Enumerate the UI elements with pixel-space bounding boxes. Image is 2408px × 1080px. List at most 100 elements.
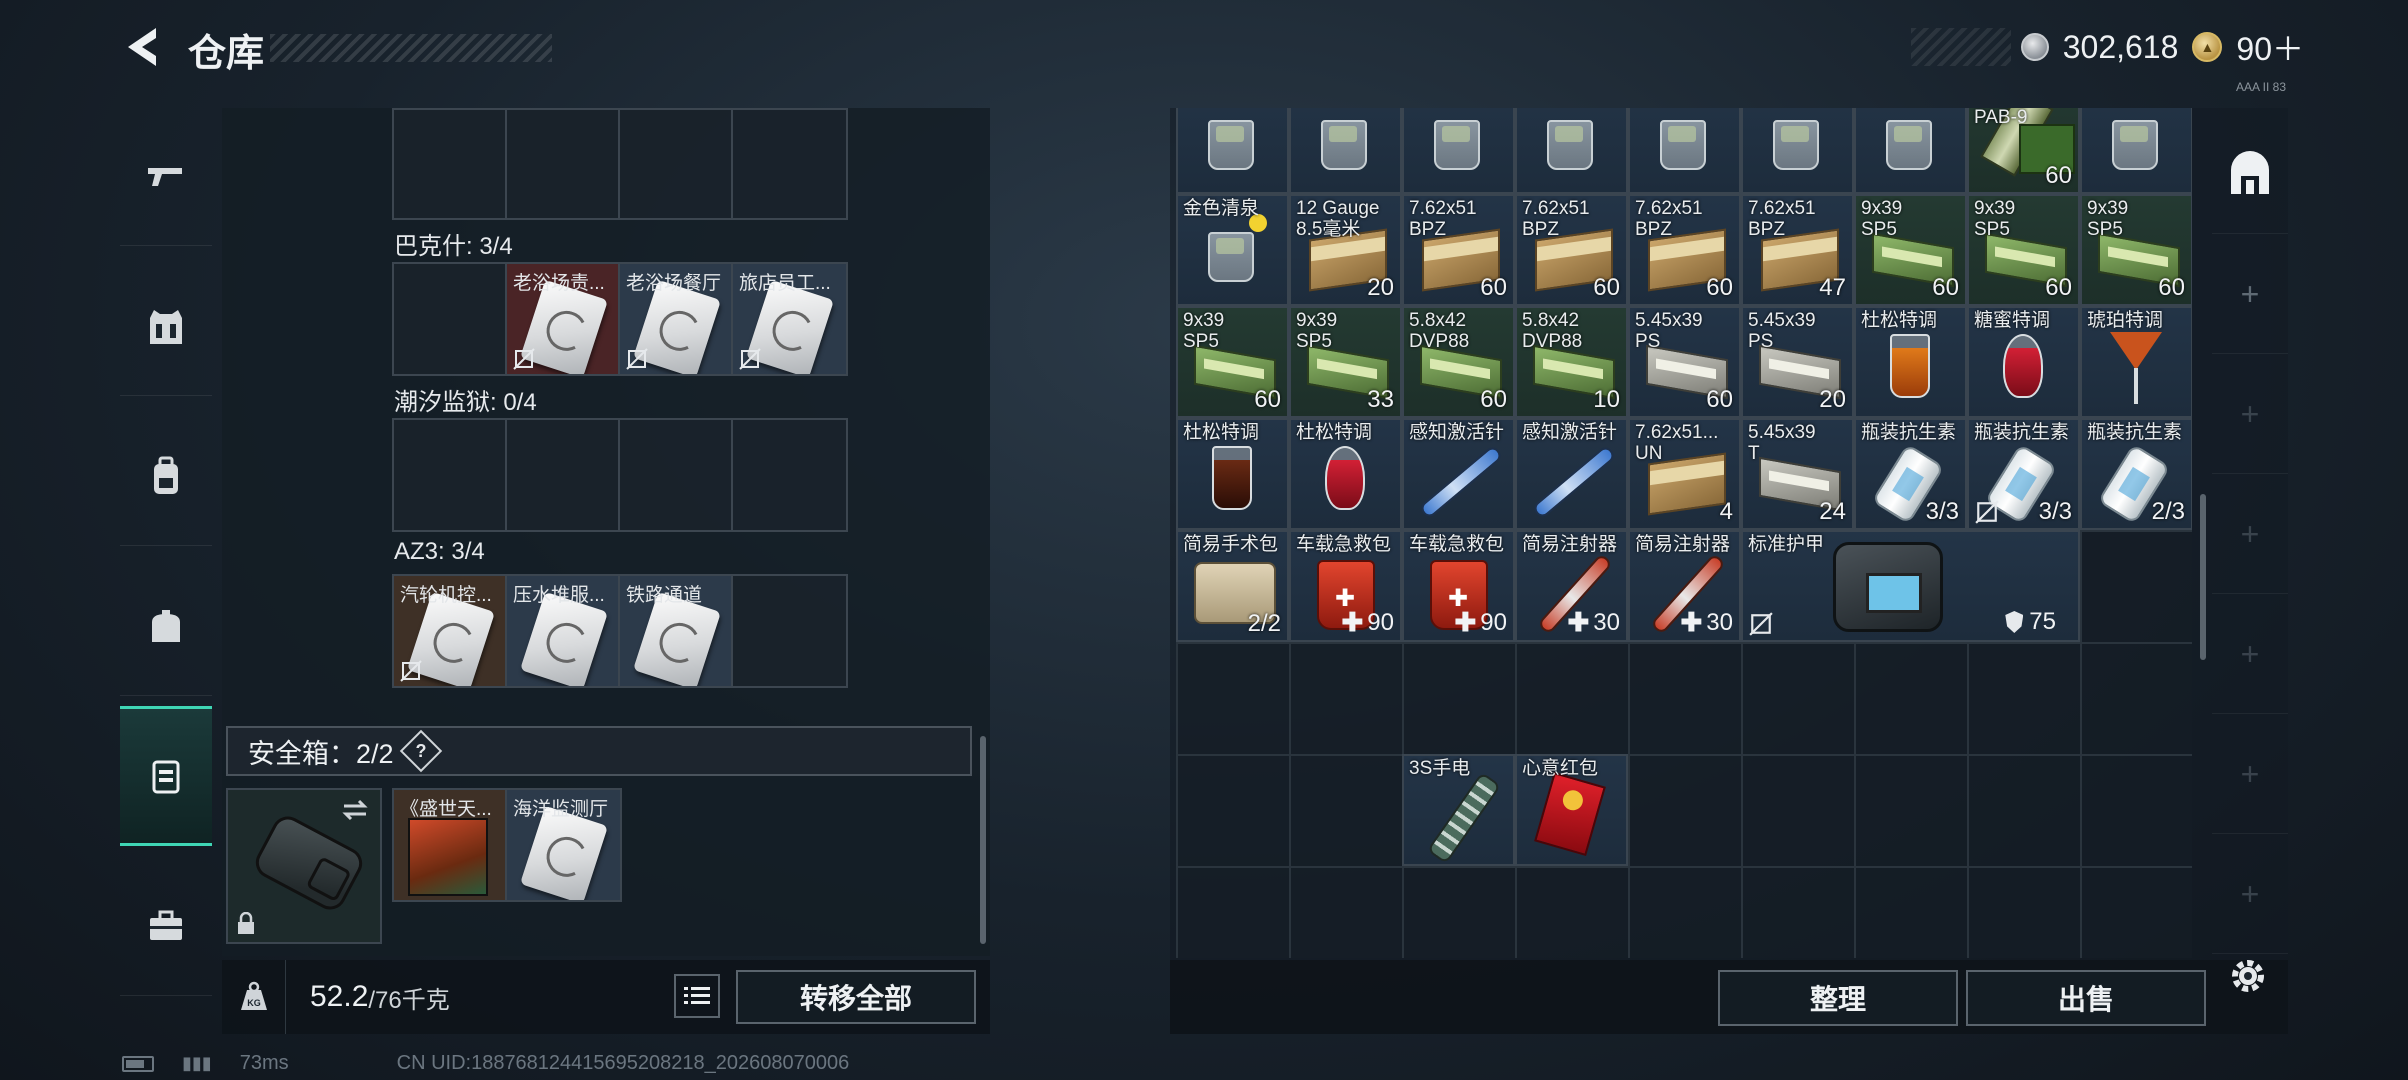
keycard-grid-az3: 汽轮机控... 压水堆服... 铁路通道 [392,574,848,688]
keycard-slot[interactable]: 旅店员工... [733,264,846,374]
right-scrollbar[interactable] [2200,494,2206,660]
stash-item[interactable]: 杜松特调 [1854,306,1967,418]
stash-item[interactable]: 7.62x51 BPZ 60 [1402,194,1515,306]
stash-item[interactable]: 过八百器 [1289,108,1402,194]
transfer-all-button[interactable]: 转移全部 [736,970,976,1024]
title-decoration [270,34,552,62]
weight-icon-box: KG [222,960,286,1034]
back-button[interactable] [118,22,168,72]
help-icon[interactable]: ? [399,729,442,773]
gear-icon [2232,960,2264,992]
stash-item[interactable]: 12 Gauge 8.5毫米 20 [1289,194,1402,306]
stash-item[interactable]: 3S手电 [1402,754,1515,866]
keycard-slot[interactable] [733,110,846,220]
stash-tab-main[interactable] [2212,116,2288,234]
keycard-slot[interactable] [394,420,507,530]
stash-item[interactable]: 杜松特调 [1176,418,1289,530]
stash-tab-add[interactable]: + [2212,596,2288,714]
stash-item[interactable]: 7.62x51 BPZ 60 [1628,194,1741,306]
stash-item[interactable]: 消息窗味 [1854,108,1967,194]
keycard-slot[interactable] [507,420,620,530]
keycard-slot[interactable] [620,420,733,530]
stash-item[interactable]: 瓶装抗生素 2/3 [2080,418,2192,530]
stash-item[interactable]: 琥珀特调 [2080,306,2192,418]
nav-bag[interactable] [120,556,212,696]
stash-item[interactable]: 9x39 SP5 60 [1854,194,1967,306]
stash-item[interactable]: 地震另另 [1628,108,1741,194]
keycard-slot[interactable] [733,576,846,686]
keycard-slot[interactable] [620,110,733,220]
stash-tab-add[interactable]: + [2212,356,2288,474]
stash-item[interactable]: 心意红包 [1515,754,1628,866]
settings-button[interactable] [2226,954,2270,998]
keycard-slot[interactable]: 老浴场责... [507,264,620,374]
list-view-button[interactable] [674,974,720,1018]
stash-item[interactable]: 地震另另 [1515,108,1628,194]
keycard-slot[interactable]: 压水堆服... [507,576,620,686]
keycard-slot[interactable] [394,264,507,374]
stash-item[interactable]: 5.8x42 DVP88 60 [1402,306,1515,418]
keycard-slot[interactable]: 铁路通道 [620,576,733,686]
sort-button[interactable]: 整理 [1718,970,1958,1026]
stash-item[interactable]: 9x39 SP5 60 [1176,306,1289,418]
stash-item[interactable]: 5.45x39 T 24 [1741,418,1854,530]
stash-item[interactable]: 杜松特调 [1289,418,1402,530]
stash-item[interactable]: 7.62x51 BPZ 47 [1741,194,1854,306]
stash-item[interactable]: 金色清泉 [1176,194,1289,306]
stash-item[interactable]: 9x39 SP5 60 [1967,194,2080,306]
item-image [2003,334,2043,398]
stash-item[interactable]: 简易注射器 ✚ 30 [1515,530,1628,642]
stash-item[interactable]: 感知激活针 [1515,418,1628,530]
sell-button[interactable]: 出售 [1966,970,2206,1026]
stash-item[interactable]: 静器女明 [1741,108,1854,194]
stash-item[interactable]: 9x39 SP5 60 [2080,194,2192,306]
keycard-label: 旅店员工... [739,273,831,294]
stash-item[interactable]: 瓶装抗生素 3/3 [1967,418,2080,530]
stash-item-armor[interactable]: 标准护甲 75 [1741,530,2080,642]
stash-item[interactable]: 消息窗味 [2080,108,2192,194]
stash-tab-add[interactable]: + [2212,476,2288,594]
stash-item[interactable]: 糖蜜特调 [1967,306,2080,418]
nav-vest[interactable] [120,256,212,396]
stash-item[interactable]: 亡池柱盐 [1176,108,1289,194]
stash-item[interactable]: 简易注射器 ✚ 30 [1628,530,1741,642]
stash-item[interactable]: 9x39 PAB-9 60 [1967,108,2080,194]
item-label: 感知激活针 [1409,422,1505,443]
keycard-slot[interactable]: 老浴场餐厅 [620,264,733,374]
item-count: 60 [1480,274,1507,301]
nav-toolbox[interactable] [120,856,212,996]
keycard-slot[interactable] [733,420,846,530]
stash-tab-add[interactable]: + [2212,716,2288,834]
safebox-container-slot[interactable] [226,788,382,944]
gem-amount[interactable]: 90＋ [2236,24,2304,70]
item-count: 24 [1819,498,1846,525]
left-scrollbar[interactable] [980,736,986,944]
nav-weapons[interactable] [120,106,212,246]
keycard-slot[interactable] [394,110,507,220]
stash-tab-add[interactable]: + [2212,236,2288,354]
plus-icon: + [2240,396,2260,432]
stash-item[interactable]: 车载急救包 ✚90 [1402,530,1515,642]
stash-item[interactable]: 9x39 SP5 33 [1289,306,1402,418]
keycard-slot[interactable]: 汽轮机控... [394,576,507,686]
stash-item[interactable]: 过八百器 [1402,108,1515,194]
stash-tab-add[interactable]: + [2212,836,2288,954]
plus-icon: + [2240,876,2260,912]
map-label-chaoxi: 潮汐监狱: 0/4 [394,389,537,416]
safebox-item-slot[interactable]: 《盛世天... [394,790,507,900]
stash-item[interactable]: 5.45x39 PS 20 [1741,306,1854,418]
swap-icon[interactable] [340,798,370,822]
stash-item[interactable]: 5.8x42 DVP88 10 [1515,306,1628,418]
stash-item[interactable]: 车载急救包 ✚90 [1289,530,1402,642]
stash-item[interactable]: 7.62x51... UN 4 [1628,418,1741,530]
stash-item[interactable]: 5.45x39 PS 60 [1628,306,1741,418]
stash-item[interactable]: 简易手术包 2/2 [1176,530,1289,642]
item-label: 7.62x51 BPZ [1748,198,1816,240]
stash-item[interactable]: 感知激活针 [1402,418,1515,530]
nav-backpack[interactable] [120,406,212,546]
stash-item[interactable]: 瓶装抗生素 3/3 [1854,418,1967,530]
safebox-item-slot[interactable]: 海洋监测厅 [507,790,620,900]
stash-item[interactable]: 7.62x51 BPZ 60 [1515,194,1628,306]
nav-safebox[interactable] [120,706,212,846]
keycard-slot[interactable] [507,110,620,220]
